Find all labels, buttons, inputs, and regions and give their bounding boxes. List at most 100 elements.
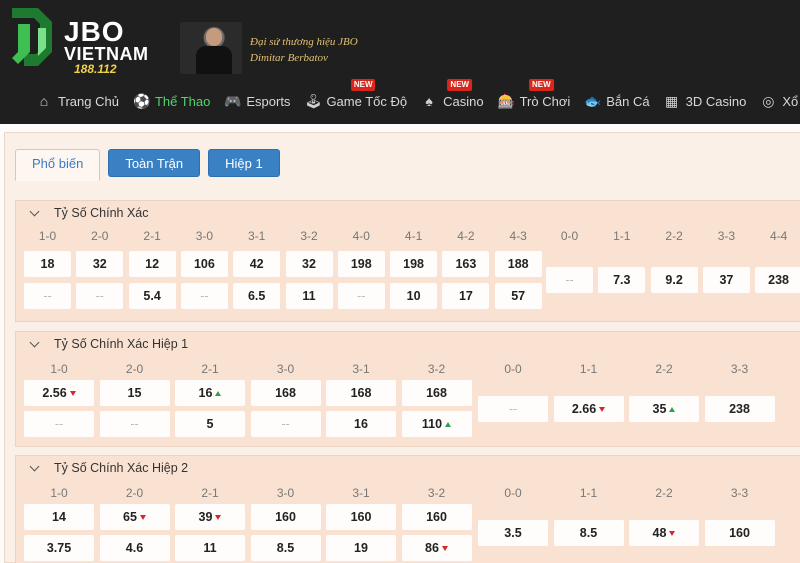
odds-cell[interactable]: 6.5	[233, 283, 281, 309]
joystick-icon: 🕹	[304, 93, 323, 109]
odds-value: --	[43, 289, 52, 303]
score-label: 0-0	[504, 362, 522, 376]
odds-cell[interactable]: 11	[285, 283, 333, 309]
nav-item-4[interactable]: ♠ Casino NEW	[421, 79, 484, 109]
odds-cell[interactable]: 12	[128, 251, 176, 277]
odds-value: 48	[652, 526, 667, 540]
score-label: 1-0	[38, 229, 57, 243]
odds-cell[interactable]: 160	[250, 504, 321, 530]
odds-cell[interactable]: 16	[175, 380, 245, 406]
odds-cell[interactable]: 42	[233, 251, 281, 277]
odds-cell[interactable]: 35	[629, 396, 699, 422]
odds-cell[interactable]: 10	[390, 283, 438, 309]
odds-cell[interactable]: 16	[326, 411, 396, 437]
odds-value: 5	[206, 417, 214, 431]
odds-cell[interactable]: 57	[494, 283, 542, 309]
odds-value: 8.5	[579, 526, 598, 540]
odds-value: --	[54, 417, 64, 431]
chevron-down-icon[interactable]	[30, 463, 40, 473]
odds-cell[interactable]: 32	[76, 251, 124, 277]
odds-cell[interactable]: 5.4	[128, 283, 176, 309]
odds-cell-empty: --	[180, 283, 228, 309]
odds-cell[interactable]: 168	[326, 380, 396, 406]
odds-cell[interactable]: 168	[250, 380, 321, 406]
odds-cell[interactable]: 238	[755, 267, 800, 293]
odds-cell[interactable]: 9.2	[650, 267, 698, 293]
odds-cell[interactable]: 198	[390, 251, 438, 277]
score-label: 1-0	[50, 486, 68, 500]
jbo-logo[interactable]: JBO VIETNAM 188.112	[8, 4, 148, 76]
odds-cell[interactable]: 2.66	[553, 396, 624, 422]
odds-cell[interactable]: 11	[175, 535, 245, 561]
chevron-down-icon[interactable]	[30, 208, 40, 218]
odds-cell[interactable]: 37	[702, 267, 750, 293]
odds-cell[interactable]: 14	[24, 504, 94, 530]
score-label: 3-0	[276, 486, 295, 500]
odds-cell[interactable]: 8.5	[250, 535, 321, 561]
odds-value: 198	[403, 257, 425, 271]
odds-value: 168	[350, 386, 372, 400]
odds-cell[interactable]: 160	[326, 504, 396, 530]
odds-cell[interactable]: 2.56	[24, 380, 94, 406]
odds-cell[interactable]: 110	[401, 411, 472, 437]
odds-cell[interactable]: 188	[494, 251, 542, 277]
odds-cell-empty: --	[337, 283, 385, 309]
odds-cell[interactable]: 106	[180, 251, 228, 277]
ambassador-banner[interactable]: Đại sứ thương hiệu JBO Dimitar Berbatov	[180, 22, 380, 74]
section-header[interactable]: Tỷ Số Chính Xác Hiệp 2	[16, 456, 800, 480]
odds-cell[interactable]: 4.6	[99, 535, 170, 561]
odds-cell[interactable]: 15	[99, 380, 170, 406]
nav-item-3[interactable]: 🕹 Game Tốc Độ NEW	[304, 79, 407, 109]
odds-cell[interactable]: 5	[175, 411, 245, 437]
odds-value: --	[565, 273, 574, 287]
score-label: 2-0	[125, 486, 144, 500]
odds-value: 3.5	[504, 526, 522, 540]
nav-item-6[interactable]: 🐟 Bắn Cá	[584, 93, 649, 109]
nav-item-5[interactable]: 🎰 Trò Chơi NEW	[498, 79, 570, 109]
section-header[interactable]: Tỷ Số Chính Xác Hiệp 1	[16, 332, 800, 356]
odds-cell[interactable]: 18	[24, 251, 71, 277]
odds-value: 19	[354, 541, 368, 555]
tab-2[interactable]: Hiệp 1	[208, 149, 280, 177]
score-label: 4-3	[509, 229, 527, 243]
nav-item-2[interactable]: 🎮 Esports	[224, 93, 290, 109]
odds-value: 11	[302, 289, 316, 303]
arrow-down-icon	[669, 530, 676, 536]
odds-value: --	[281, 417, 290, 431]
odds-value: 35	[652, 402, 667, 416]
nav-item-7[interactable]: ▦ 3D Casino	[664, 93, 746, 109]
odds-cell[interactable]: 19	[326, 535, 396, 561]
arrow-down-icon	[215, 514, 222, 520]
odds-cell[interactable]: 160	[704, 520, 775, 546]
odds-cell[interactable]: 3.5	[478, 520, 548, 546]
score-label: 2-1	[201, 486, 219, 500]
odds-cell[interactable]: 160	[401, 504, 472, 530]
odds-cell[interactable]: 86	[401, 535, 472, 561]
odds-cell[interactable]: 238	[704, 396, 775, 422]
odds-cell[interactable]: 7.3	[598, 267, 646, 293]
odds-cell[interactable]: 65	[99, 504, 170, 530]
arrow-up-icon	[669, 406, 676, 412]
score-label: 3-0	[276, 362, 295, 376]
nav-item-1[interactable]: ⚽ Thể Thao	[133, 93, 210, 109]
section-header[interactable]: Tỷ Số Chính Xác	[16, 201, 800, 225]
odds-cell[interactable]: 8.5	[553, 520, 624, 546]
tab-1[interactable]: Toàn Trận	[108, 149, 201, 177]
odds-cell[interactable]: 198	[337, 251, 385, 277]
nav-item-8[interactable]: ◎ Xổ S	[760, 93, 800, 109]
arrow-up-icon	[445, 421, 452, 427]
odds-cell[interactable]: 163	[442, 251, 490, 277]
chevron-down-icon[interactable]	[30, 339, 40, 349]
tab-0[interactable]: Phổ biến	[15, 149, 101, 181]
odds-value: --	[130, 417, 139, 431]
nav-item-0[interactable]: ⌂ Trang Chủ	[36, 93, 119, 109]
score-label: 3-3	[730, 486, 749, 500]
odds-cell-empty: --	[250, 411, 321, 437]
odds-cell[interactable]: 3.75	[24, 535, 94, 561]
odds-cell[interactable]: 168	[401, 380, 472, 406]
odds-cell[interactable]: 32	[285, 251, 333, 277]
odds-cell[interactable]: 39	[175, 504, 245, 530]
odds-value: 168	[426, 386, 447, 400]
odds-cell[interactable]: 48	[629, 520, 699, 546]
odds-cell[interactable]: 17	[442, 283, 490, 309]
